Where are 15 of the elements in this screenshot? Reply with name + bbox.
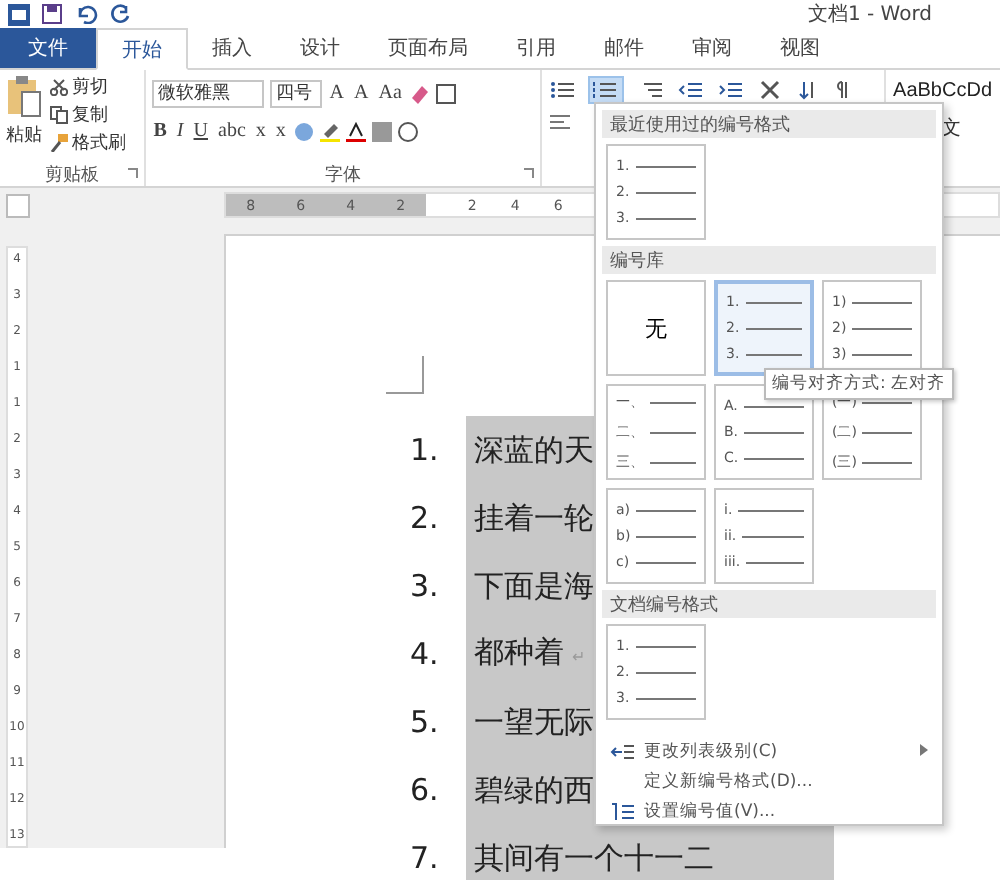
list-number: 5. (410, 704, 441, 740)
list-number: 6. (410, 772, 441, 808)
window-title: 文档1 - Word (807, 1, 932, 28)
section-header: 最近使用过的编号格式 (602, 110, 936, 138)
section-header: 文档编号格式 (602, 590, 936, 618)
list-number: 1. (410, 432, 441, 468)
list-number: 4. (410, 636, 441, 672)
section-header: 编号库 (602, 246, 936, 274)
group-label: 剪贴板 (44, 163, 99, 187)
list-number: 7. (410, 840, 441, 876)
group-label: 字体 (324, 163, 361, 187)
list-item-text: 其间有一个十一二 (466, 824, 834, 880)
list-number: 3. (410, 568, 441, 604)
tooltip: 编号对齐方式: 左对齐 (764, 368, 954, 400)
list-number: 2. (410, 500, 441, 536)
